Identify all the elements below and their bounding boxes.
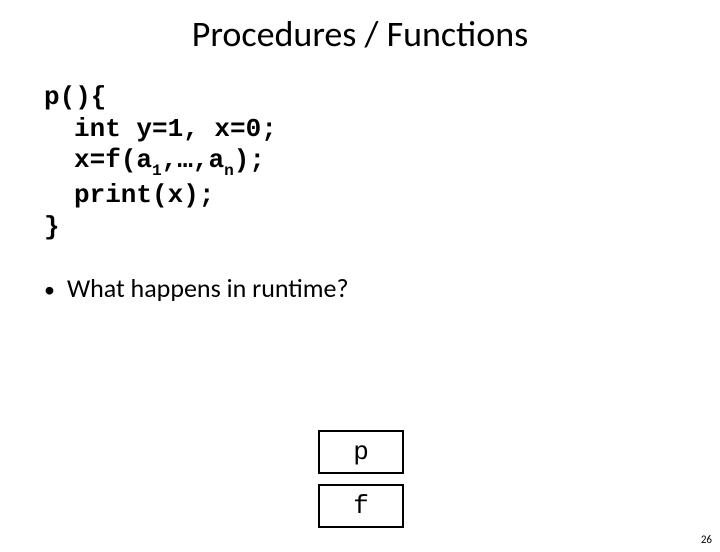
code-line-4: } [44,212,720,244]
bullet-row: • What happens in runtime? [44,272,720,304]
slide-title: Procedures / Functions [0,12,720,56]
code-line-1: int y=1, x=0; [44,114,720,146]
code-l2-sub2: n [224,162,234,180]
code-line-3: print(x); [44,180,720,212]
code-l2-pre: x=f(a [74,145,152,175]
code-l2-sub1: 1 [152,162,162,180]
stack-frame-f: f [318,484,404,528]
code-block: p(){ int y=1, x=0; x=f(a1,…,an); print(x… [44,82,720,244]
bullet-text: What happens in runtime? [67,272,349,304]
code-l2-mid: ,…,a [162,145,224,175]
stack-frame-p: p [318,430,404,474]
slide: Procedures / Functions p(){ int y=1, x=0… [0,12,720,552]
code-line-2: x=f(a1,…,an); [44,145,720,180]
call-stack: p f [318,430,404,528]
code-line-0: p(){ [44,82,720,114]
code-l2-post: ); [234,145,265,175]
bullet-dot-icon: • [44,279,55,301]
